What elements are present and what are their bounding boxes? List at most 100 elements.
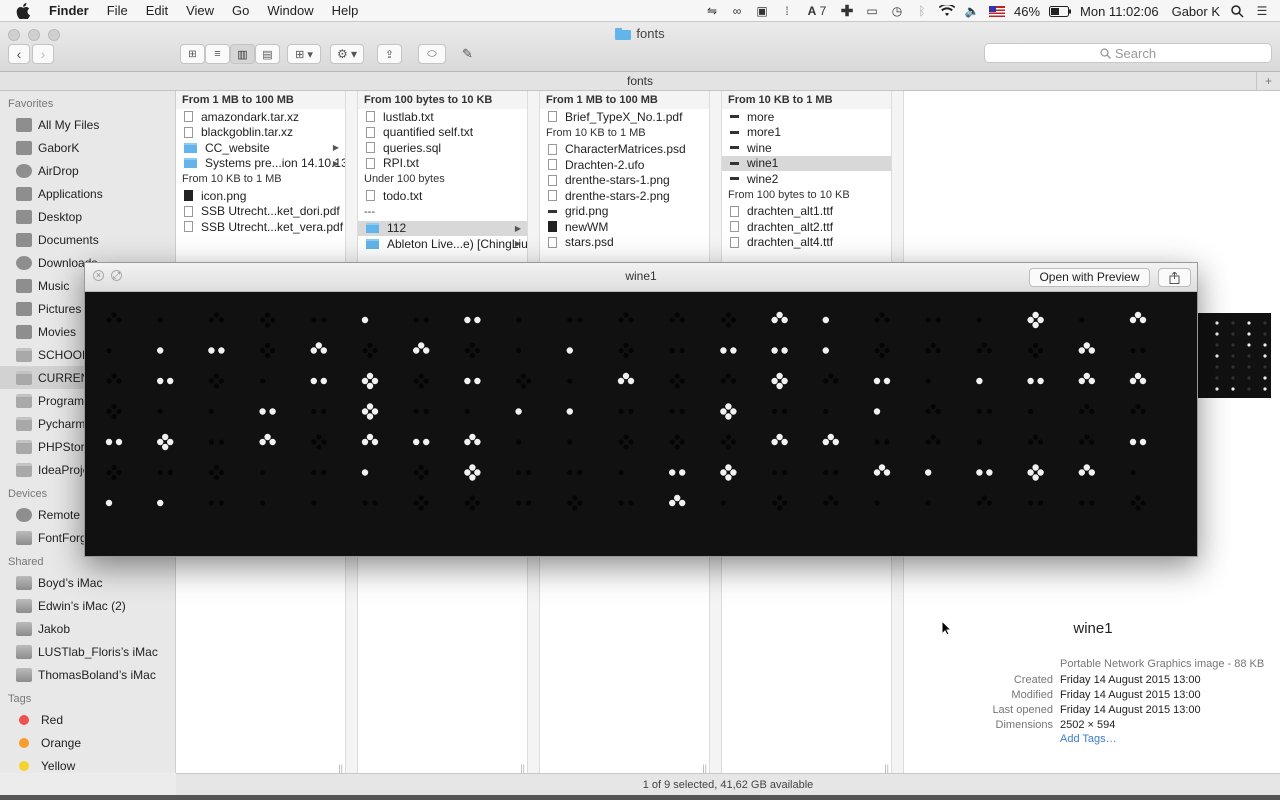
dot-pattern-mark (367, 342, 373, 349)
new-tab-button[interactable]: + (1256, 72, 1280, 90)
tag-icon: ⬭ (427, 47, 437, 60)
column-resize-handle[interactable]: || (338, 763, 343, 773)
menu-view[interactable]: View (177, 0, 223, 22)
battery-icon[interactable] (1049, 4, 1072, 18)
dot-pattern-mark (1088, 377, 1095, 385)
sidebar-tag-red[interactable]: Red (0, 708, 175, 731)
open-with-preview-button[interactable]: Open with Preview (1029, 268, 1150, 287)
file-row[interactable]: RPI.txt (358, 156, 527, 172)
file-name: wine (747, 140, 772, 155)
file-row[interactable]: blackgoblin.tar.xz (176, 125, 345, 141)
file-row[interactable]: wine1 (722, 155, 891, 171)
apple-menu-icon[interactable] (16, 2, 32, 19)
glasses-icon[interactable]: ∞ (729, 4, 745, 18)
file-row[interactable]: icon.png (176, 188, 345, 204)
file-row[interactable]: Drachten-2.ufo (540, 157, 709, 173)
file-row[interactable]: drachten_alt4.ttf (722, 235, 891, 251)
tab-title[interactable]: fonts (627, 74, 653, 88)
quicklook-share-button[interactable] (1158, 268, 1191, 287)
menu-file[interactable]: File (98, 0, 137, 22)
grid-icon[interactable]: ⁞ (779, 4, 795, 18)
folder-row[interactable]: 112 ▶ (358, 220, 527, 236)
file-row[interactable]: CharacterMatrices.psd (540, 142, 709, 158)
view-list-button[interactable]: ≡ (205, 44, 230, 64)
file-row[interactable]: todo.txt (358, 188, 527, 204)
file-row[interactable]: wine2 (722, 171, 891, 187)
arrange-button[interactable]: ⊞ ▾ (287, 44, 321, 64)
sidebar-tag-yellow[interactable]: Yellow (0, 754, 175, 773)
keyboard-icon[interactable]: A 7 (804, 4, 830, 18)
menu-window[interactable]: Window (258, 0, 322, 22)
volume-icon[interactable]: 🔈 (964, 4, 980, 18)
menu-help[interactable]: Help (323, 0, 368, 22)
column-resize-handle[interactable]: || (520, 763, 525, 773)
folder-row[interactable]: CC_website ▶ (176, 140, 345, 156)
sidebar-item-shared[interactable]: Edwin’s iMac (2) (0, 594, 175, 617)
view-columns-button[interactable]: ▥ (230, 44, 255, 64)
menu-go[interactable]: Go (223, 0, 258, 22)
view-coverflow-button[interactable]: ▤ (255, 44, 280, 64)
sidebar-item-home[interactable]: GaborK (0, 136, 175, 159)
calendar-icon[interactable]: ▣ (754, 4, 770, 18)
menu-edit[interactable]: Edit (137, 0, 177, 22)
back-button[interactable]: ‹ (8, 44, 30, 64)
file-row[interactable]: grid.png (540, 204, 709, 220)
column-resize-handle[interactable]: || (702, 763, 707, 773)
airplay-icon[interactable]: ▭ (864, 4, 880, 18)
sidebar-item-shared[interactable]: Boyd’s iMac (0, 571, 175, 594)
textedit-button[interactable]: ✎ (455, 44, 480, 64)
sidebar-item-shared[interactable]: LUSTlab_Floris’s iMac (0, 640, 175, 663)
share-button[interactable]: ⇪ (377, 44, 402, 64)
link-icon[interactable]: ⇋ (704, 4, 720, 18)
view-icons-button[interactable]: ⊞ (180, 44, 205, 64)
sidebar-item-airdrop[interactable]: AirDrop (0, 159, 175, 182)
file-row[interactable]: Brief_TypeX_No.1.pdf (540, 109, 709, 125)
file-row[interactable]: more1 (722, 125, 891, 141)
folder-row[interactable]: Systems pre...ion 14.10.13. ▶ (176, 156, 345, 172)
user-name[interactable]: Gabor K (1172, 4, 1220, 19)
sidebar-item-desktop[interactable]: Desktop (0, 205, 175, 228)
quicklook-titlebar: × ⤢ wine1 Open with Preview (85, 263, 1197, 292)
file-row[interactable]: lustlab.txt (358, 109, 527, 125)
wifi-icon[interactable] (939, 4, 955, 18)
plus-cross-icon[interactable]: ✚ (839, 3, 855, 20)
file-row[interactable]: SSB Utrecht...ket_dori.pdf (176, 204, 345, 220)
file-row[interactable]: quantified self.txt (358, 125, 527, 141)
file-row[interactable]: drenthe-stars-1.png (540, 173, 709, 189)
file-row[interactable]: drachten_alt2.ttf (722, 219, 891, 235)
file-row[interactable]: wine (722, 140, 891, 156)
file-row[interactable]: newWM (540, 219, 709, 235)
sidebar-item-all-my-files[interactable]: All My Files (0, 113, 175, 136)
folder-row[interactable]: Ableton Live...e) [ChingLiu] ▶ (358, 236, 527, 252)
dot-pattern-mark (782, 408, 788, 415)
clock[interactable]: Mon 11:02:06 (1080, 4, 1159, 19)
file-row[interactable]: stars.psd (540, 235, 709, 251)
sidebar-item-applications[interactable]: Applications (0, 182, 175, 205)
file-row[interactable]: drenthe-stars-2.png (540, 188, 709, 204)
file-row[interactable]: amazondark.tar.xz (176, 109, 345, 125)
file-row[interactable]: more (722, 109, 891, 125)
tags-button[interactable]: ⬭ (418, 44, 446, 64)
sidebar-item-documents[interactable]: Documents (0, 228, 175, 251)
dot-pattern-mark (464, 377, 471, 385)
file-row[interactable]: SSB Utrecht...ket_vera.pdf (176, 219, 345, 235)
action-button[interactable]: ⚙ ▾ (330, 44, 364, 64)
time-machine-icon[interactable]: ◷ (889, 4, 905, 18)
dot-pattern-mark (218, 378, 224, 384)
sidebar-item-shared[interactable]: Jakob (0, 617, 175, 640)
notification-center-icon[interactable]: ☰ (1254, 4, 1270, 18)
sidebar-tag-orange[interactable]: Orange (0, 731, 175, 754)
dot-pattern-mark (577, 500, 583, 506)
forward-button[interactable]: › (32, 44, 54, 64)
file-row[interactable]: queries.sql (358, 140, 527, 156)
file-row[interactable]: drachten_alt1.ttf (722, 204, 891, 220)
menu-app-finder[interactable]: Finder (40, 0, 98, 22)
bluetooth-icon[interactable]: ᛒ (914, 4, 930, 18)
sidebar-item-shared[interactable]: ThomasBoland’s iMac (0, 663, 175, 686)
column-resize-handle[interactable]: || (884, 763, 889, 773)
flag-icon[interactable] (989, 4, 1005, 18)
spotlight-icon[interactable] (1229, 4, 1245, 18)
pencil-icon: ✎ (462, 46, 473, 61)
search-input[interactable]: Search (984, 43, 1272, 63)
add-tags-link[interactable]: Add Tags… (1060, 733, 1117, 745)
